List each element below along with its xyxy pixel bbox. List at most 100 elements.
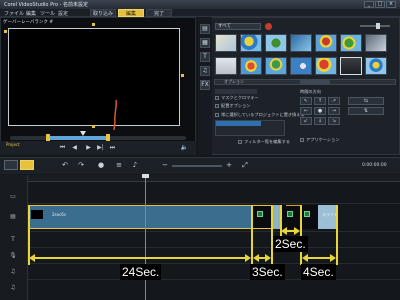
timeline-ruler[interactable]	[28, 175, 400, 182]
frame-corner-marker	[4, 30, 7, 33]
library-thumbnail[interactable]	[215, 34, 237, 52]
replace-label: 常に選択しているプロジェクトに置き換える	[221, 112, 305, 117]
mask-chroma-label: マスクとクロマキー	[221, 95, 259, 100]
zoom-in-icon[interactable]: +	[224, 160, 234, 170]
arrow-right-icon	[330, 254, 336, 262]
menu-tools[interactable]: ツール	[40, 10, 55, 17]
title-track-icon[interactable]: T	[8, 236, 18, 244]
filter-library-icon[interactable]: FX	[200, 80, 210, 90]
next-frame-button[interactable]: ▶|	[96, 144, 105, 152]
direction-up-left-button[interactable]: ↖	[300, 97, 312, 105]
replace-checkbox[interactable]	[215, 113, 219, 117]
library-thumbnail[interactable]	[315, 57, 337, 75]
mask-chroma-checkbox[interactable]	[215, 96, 219, 100]
clip-title: 2sec6s	[52, 212, 66, 217]
library-thumbnail[interactable]	[365, 57, 387, 75]
previous-frame-button[interactable]: ◀	[70, 144, 79, 152]
library-thumbnail[interactable]	[290, 57, 312, 75]
direction-up-right-button[interactable]: ↗	[328, 97, 340, 105]
zoom-slider[interactable]	[172, 165, 222, 167]
options-toggle[interactable]	[300, 79, 330, 85]
record-capture-icon[interactable]: ●	[96, 160, 106, 170]
tab-capture[interactable]: 取り込み	[90, 9, 116, 17]
library-thumbnail[interactable]	[240, 34, 262, 52]
scrubber-selection[interactable]	[48, 136, 108, 140]
library-category-dropdown[interactable]: すべて	[215, 23, 261, 30]
minimize-button[interactable]: _	[364, 1, 374, 8]
direction-center-button[interactable]: ●	[314, 107, 326, 115]
transition-clip[interactable]	[300, 205, 318, 229]
timecode-display[interactable]: 0:00:00:00	[362, 163, 387, 168]
project-mode-label[interactable]: Project	[6, 142, 20, 147]
storyboard-view-button[interactable]	[4, 160, 18, 170]
menu-settings[interactable]: 設定	[58, 10, 68, 17]
menu-edit[interactable]: 編集	[26, 10, 36, 17]
fit-project-icon[interactable]: ⤢	[240, 160, 250, 170]
library-thumbnail[interactable]	[315, 34, 337, 52]
transition-clip[interactable]	[252, 205, 272, 229]
library-thumbnail[interactable]	[340, 34, 362, 52]
redo-icon[interactable]: ↷	[76, 160, 86, 170]
direction-left-button[interactable]: ←	[300, 107, 312, 115]
volume-icon[interactable]: 🔈	[180, 144, 189, 152]
library-thumbnail[interactable]	[265, 34, 287, 52]
play-button[interactable]: ▶	[84, 144, 93, 152]
transition-icon	[304, 211, 310, 217]
undo-icon[interactable]: ↶	[60, 160, 70, 170]
tab-share[interactable]: 完了	[146, 9, 172, 17]
music-track-icon[interactable]: ♫	[8, 268, 18, 276]
maximize-button[interactable]: □	[375, 1, 385, 8]
direction-down-left-button[interactable]: ↙	[300, 117, 312, 125]
brush-stroke-graphic	[113, 100, 117, 130]
library-thumbnail[interactable]	[365, 34, 387, 52]
library-thumbnail[interactable]	[340, 57, 362, 75]
library-thumbnail[interactable]	[240, 57, 262, 75]
mixer-icon[interactable]: ≡	[114, 160, 124, 170]
playhead-handle[interactable]	[142, 174, 149, 178]
overlay-track-icon[interactable]: ▤	[8, 213, 18, 221]
timeline-view-button[interactable]	[20, 160, 34, 170]
filter-list-selected-item[interactable]	[216, 121, 261, 126]
arrow-left-icon	[281, 227, 287, 235]
video-clip[interactable]	[29, 205, 252, 229]
position-options-checkbox[interactable]	[215, 104, 219, 108]
thumbnail-size-knob[interactable]	[376, 23, 380, 29]
direction-up-button[interactable]: ↑	[314, 97, 326, 105]
menu-file[interactable]: ファイル	[4, 10, 24, 17]
video-clip-selected[interactable]	[286, 205, 300, 229]
direction-down-right-button[interactable]: ↘	[328, 117, 340, 125]
direction-down-button[interactable]: ↓	[314, 117, 326, 125]
timeline-tracks[interactable]	[28, 183, 400, 300]
library-thumbnail[interactable]	[215, 57, 237, 75]
filter-edit-checkbox[interactable]	[238, 140, 242, 144]
zoom-out-icon[interactable]: −	[160, 160, 170, 170]
direction-preset-2-button[interactable]: ⇅	[348, 107, 384, 115]
apply-checkbox[interactable]	[300, 138, 304, 142]
tab-edit[interactable]: 編集	[118, 9, 144, 17]
direction-right-button[interactable]: →	[328, 107, 340, 115]
video-track-icon[interactable]: ▭	[8, 193, 18, 201]
auto-music-icon[interactable]: ♪	[130, 160, 140, 170]
close-button[interactable]: ×	[386, 1, 396, 8]
dimension-line-4	[307, 257, 330, 259]
apply-label: アプリケーション	[306, 137, 340, 142]
duration-label-3: 3Sec.	[250, 264, 285, 280]
library-add-icon[interactable]	[265, 23, 272, 30]
video-clip[interactable]	[272, 205, 280, 229]
audio-library-icon[interactable]: ♫	[200, 66, 210, 76]
playhead-line[interactable]	[145, 175, 146, 300]
end-button[interactable]: ⏭	[108, 144, 117, 152]
direction-preset-1-button[interactable]: ⇆	[348, 97, 384, 105]
music-track-2-icon[interactable]: ♫	[8, 284, 18, 292]
library-thumbnail[interactable]	[290, 34, 312, 52]
media-library-icon[interactable]: ▤	[200, 24, 210, 34]
scrub-head[interactable]	[80, 131, 86, 136]
library-thumbnail[interactable]	[265, 57, 287, 75]
transition-library-icon[interactable]: ▦	[200, 38, 210, 48]
title-library-icon[interactable]: T	[200, 52, 210, 62]
voice-track-icon[interactable]: 🎙	[8, 252, 18, 260]
thumbnail-size-slider[interactable]	[360, 25, 390, 27]
options-tab-strip[interactable]	[215, 89, 257, 94]
home-button[interactable]: ⏮	[58, 144, 67, 152]
preview-frame[interactable]	[8, 28, 180, 126]
